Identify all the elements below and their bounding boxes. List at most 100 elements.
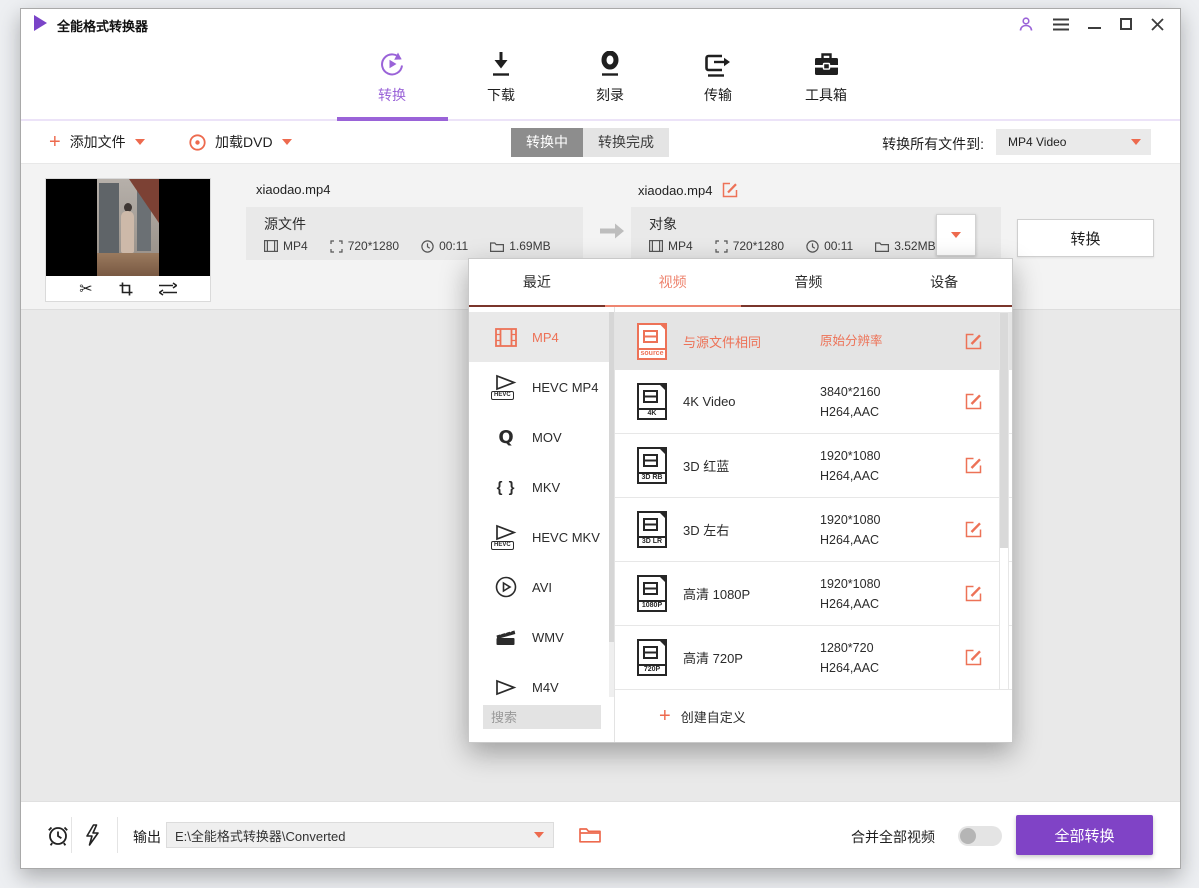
format-panel-tabs: 最近 视频 音频 设备 — [469, 259, 1012, 307]
source-filename: xiaodao.mp4 — [256, 182, 330, 197]
tab-burn[interactable]: 刻录 — [565, 50, 655, 105]
load-dvd-button[interactable]: 加载DVD — [189, 121, 292, 163]
target-format-dropdown-button[interactable] — [936, 214, 976, 256]
source-resolution: 720*1280 — [330, 239, 399, 253]
add-files-label: 添加文件 — [70, 132, 126, 152]
panel-tab-audio[interactable]: 音频 — [741, 259, 877, 305]
format-label: WMV — [532, 630, 564, 645]
preset-name: 高清 720P — [683, 648, 820, 667]
global-format-select[interactable]: MP4 Video — [996, 129, 1151, 155]
preset-edit-icon[interactable] — [965, 521, 982, 538]
close-icon[interactable] — [1151, 18, 1164, 31]
preset-row-3d-lr[interactable]: 3D LR 3D 左右 1920*1080 H264,AAC — [615, 498, 1012, 562]
add-files-button[interactable]: + 添加文件 — [49, 121, 145, 163]
scrollbar-thumb[interactable] — [609, 312, 614, 642]
convert-button[interactable]: 转换 — [1017, 219, 1154, 257]
format-item-hevc-mp4[interactable]: HEVC HEVC MP4 — [469, 362, 614, 412]
preset-edit-icon[interactable] — [965, 649, 982, 666]
preset-name: 3D 左右 — [683, 520, 820, 539]
target-filename: xiaodao.mp4 — [638, 182, 738, 198]
preset-name: 3D 红蓝 — [683, 456, 820, 475]
chevron-down-icon — [951, 232, 961, 238]
account-icon[interactable] — [1018, 16, 1034, 32]
effects-adjust-icon[interactable] — [159, 282, 177, 296]
tab-transfer[interactable]: 传输 — [673, 50, 763, 105]
source-info-box: 源文件 MP4 720*1280 — [246, 207, 583, 260]
preset-edit-icon[interactable] — [965, 333, 982, 350]
panel-tab-video[interactable]: 视频 — [605, 259, 741, 305]
clock-icon — [421, 240, 434, 253]
format-list-scrollbar — [609, 312, 614, 697]
source-preset-icon: source — [637, 323, 667, 360]
panel-tab-device[interactable]: 设备 — [876, 259, 1012, 305]
format-item-hevc-mkv[interactable]: HEVC HEVC MKV — [469, 512, 614, 562]
toolbar: + 添加文件 加载DVD 转换中 转换完成 转换所有文件到: MP4 Video — [21, 121, 1180, 163]
chevron-down-icon[interactable] — [534, 832, 544, 838]
gpu-accel-icon[interactable] — [84, 824, 100, 846]
tab-download[interactable]: 下载 — [456, 50, 546, 105]
tab-download-label: 下载 — [487, 85, 515, 105]
format-item-mov[interactable]: Q MOV — [469, 412, 614, 462]
merge-videos-toggle[interactable] — [958, 826, 1002, 846]
load-dvd-label: 加载DVD — [215, 132, 273, 152]
schedule-timer-icon[interactable] — [46, 823, 70, 847]
create-custom-button[interactable]: + 创建自定义 — [615, 690, 1012, 742]
window-controls — [1018, 14, 1164, 34]
tab-convert[interactable]: 转换 — [347, 50, 437, 105]
tab-transfer-label: 传输 — [704, 85, 732, 105]
format-label: MP4 — [532, 330, 559, 345]
minimize-icon[interactable] — [1088, 19, 1101, 29]
preset-icon: 3D RB — [637, 447, 667, 484]
active-tab-underline — [337, 117, 448, 121]
preset-name: 与源文件相同 — [683, 332, 820, 351]
preset-specs: 1920*1080 H264,AAC — [820, 446, 952, 486]
video-thumbnail-card: ✂ — [45, 178, 211, 302]
preset-specs: 1920*1080 H264,AAC — [820, 574, 952, 614]
chevron-down-icon — [282, 139, 292, 145]
rename-edit-icon[interactable] — [722, 182, 738, 198]
convert-all-to-label: 转换所有文件到: — [882, 134, 984, 154]
tab-converting[interactable]: 转换中 — [511, 128, 583, 157]
open-folder-icon[interactable] — [579, 826, 601, 843]
format-item-wmv[interactable]: WMV — [469, 612, 614, 662]
preset-row-720p[interactable]: 720P 高清 720P 1280*720 H264,AAC — [615, 626, 1012, 690]
trim-icon[interactable]: ✂ — [79, 281, 92, 297]
format-item-m4v[interactable]: M4V — [469, 662, 614, 697]
app-logo-icon — [34, 15, 47, 31]
tab-finished[interactable]: 转换完成 — [583, 128, 669, 157]
panel-tab-recent[interactable]: 最近 — [469, 259, 605, 305]
bottom-bar: 输出 合并全部视频 全部转换 — [21, 801, 1180, 868]
preset-edit-icon[interactable] — [965, 585, 982, 602]
format-item-avi[interactable]: AVI — [469, 562, 614, 612]
plus-icon: + — [49, 133, 61, 151]
menu-icon[interactable] — [1053, 18, 1069, 31]
resolution-icon — [715, 240, 728, 253]
folder-icon — [875, 241, 889, 252]
format-item-mkv[interactable]: { } MKV — [469, 462, 614, 512]
preset-edit-icon[interactable] — [965, 457, 982, 474]
convert-all-button[interactable]: 全部转换 — [1016, 815, 1153, 855]
chevron-down-icon — [135, 139, 145, 145]
preset-row-3d-rb[interactable]: 3D RB 3D 红蓝 1920*1080 H264,AAC — [615, 434, 1012, 498]
output-path-field — [166, 822, 554, 848]
output-label: 输出 — [133, 827, 161, 847]
preset-list-column: source 与源文件相同 原始分辨率 — [615, 307, 1012, 742]
global-format-value: MP4 Video — [1008, 129, 1066, 155]
format-item-mp4[interactable]: MP4 — [469, 312, 614, 362]
preset-row-1080p[interactable]: 1080P 高清 1080P 1920*1080 H264,AAC — [615, 562, 1012, 626]
transfer-icon — [704, 50, 732, 78]
output-path-input[interactable] — [166, 822, 554, 848]
preset-icon: 3D LR — [637, 511, 667, 548]
target-filename-text: xiaodao.mp4 — [638, 183, 712, 198]
crop-icon[interactable] — [119, 282, 133, 296]
preset-icon: 1080P — [637, 575, 667, 612]
tab-toolbox[interactable]: 工具箱 — [781, 50, 871, 105]
format-search-input[interactable] — [483, 705, 601, 729]
merge-videos-label: 合并全部视频 — [851, 827, 935, 847]
preset-row-4k[interactable]: 4K 4K Video 3840*2160 H264,AAC — [615, 370, 1012, 434]
preset-row-source[interactable]: source 与源文件相同 原始分辨率 — [615, 312, 1012, 370]
maximize-icon[interactable] — [1120, 18, 1132, 30]
scrollbar-thumb[interactable] — [1000, 313, 1008, 548]
divider — [117, 817, 118, 853]
preset-edit-icon[interactable] — [965, 393, 982, 410]
